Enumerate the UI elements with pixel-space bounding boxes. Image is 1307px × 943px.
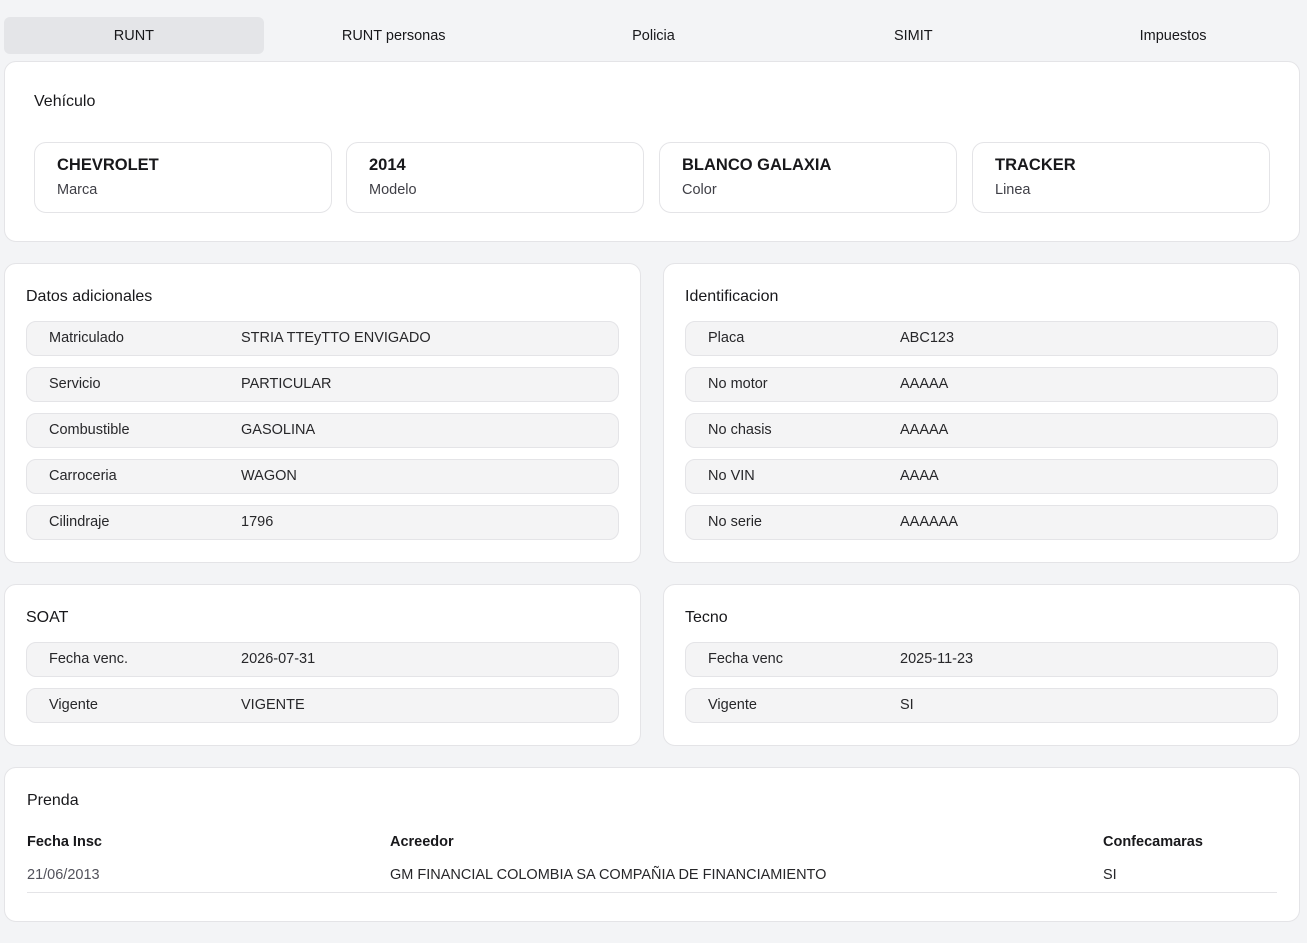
table-cell-acreedor: GM FINANCIAL COLOMBIA SA COMPAÑIA DE FIN… <box>390 867 827 883</box>
prenda-title: Prenda <box>27 792 79 809</box>
kv-key: No serie <box>708 514 762 530</box>
soat-card: SOAT Fecha venc. 2026-07-31 Vigente VIGE… <box>4 584 641 746</box>
kv-key: No VIN <box>708 468 755 484</box>
table-row-divider <box>27 892 1277 893</box>
kv-value: AAAAA <box>900 422 949 438</box>
kv-row-vigente: Vigente SI <box>685 688 1278 723</box>
kv-key: Cilindraje <box>49 514 110 530</box>
tab-policia[interactable]: Policia <box>524 17 784 54</box>
kv-value: WAGON <box>241 468 297 484</box>
kv-row-servicio: Servicio PARTICULAR <box>26 367 619 402</box>
identificacion-card: Identificacion Placa ABC123 No motor AAA… <box>663 263 1300 563</box>
kv-key: Matriculado <box>49 330 124 346</box>
prenda-card: Prenda Fecha Insc Acreedor Confecamaras … <box>4 767 1300 922</box>
stat-label: Modelo <box>369 182 417 198</box>
datos-adicionales-card: Datos adicionales Matriculado STRIA TTEy… <box>4 263 641 563</box>
tecno-title: Tecno <box>685 609 728 626</box>
stat-value: CHEVROLET <box>57 156 159 174</box>
kv-row-vigente: Vigente VIGENTE <box>26 688 619 723</box>
vehiculo-title: Vehículo <box>34 93 96 110</box>
kv-row-no-serie: No serie AAAAAA <box>685 505 1278 540</box>
kv-value: AAAAA <box>900 376 949 392</box>
table-cell-fecha-insc: 21/06/2013 <box>27 867 100 883</box>
kv-row-no-motor: No motor AAAAA <box>685 367 1278 402</box>
vehiculo-card: Vehículo CHEVROLET Marca 2014 Modelo BLA… <box>4 61 1300 242</box>
kv-row-matriculado: Matriculado STRIA TTEyTTO ENVIGADO <box>26 321 619 356</box>
kv-key: Combustible <box>49 422 130 438</box>
kv-row-placa: Placa ABC123 <box>685 321 1278 356</box>
kv-key: No motor <box>708 376 768 392</box>
kv-key: Placa <box>708 330 745 346</box>
tab-simit[interactable]: SIMIT <box>783 17 1043 54</box>
kv-key: Vigente <box>49 697 98 713</box>
kv-value: 1796 <box>241 514 274 530</box>
kv-value: GASOLINA <box>241 422 316 438</box>
kv-row-no-chasis: No chasis AAAAA <box>685 413 1278 448</box>
stat-linea: TRACKER Linea <box>972 142 1270 213</box>
kv-row-fecha-venc: Fecha venc. 2026-07-31 <box>26 642 619 677</box>
column-header-fecha-insc: Fecha Insc <box>27 834 102 850</box>
kv-value: PARTICULAR <box>241 376 332 392</box>
tab-runt[interactable]: RUNT <box>4 17 264 54</box>
tab-runt-personas[interactable]: RUNT personas <box>264 17 524 54</box>
column-header-confecamaras: Confecamaras <box>1103 834 1203 850</box>
soat-title: SOAT <box>26 609 69 626</box>
kv-key: Servicio <box>49 376 101 392</box>
datos-adicionales-title: Datos adicionales <box>26 288 153 305</box>
kv-value: 2025-11-23 <box>900 651 974 667</box>
kv-row-carroceria: Carroceria WAGON <box>26 459 619 494</box>
kv-value: ABC123 <box>900 330 955 346</box>
stat-color: BLANCO GALAXIA Color <box>659 142 957 213</box>
stat-modelo: 2014 Modelo <box>346 142 644 213</box>
kv-key: Fecha venc <box>708 651 783 667</box>
table-cell-confecamaras: SI <box>1103 867 1117 883</box>
kv-row-cilindraje: Cilindraje 1796 <box>26 505 619 540</box>
stat-value: TRACKER <box>995 156 1076 174</box>
kv-value: AAAA <box>900 468 939 484</box>
kv-key: No chasis <box>708 422 772 438</box>
kv-value: 2026-07-31 <box>241 651 316 667</box>
kv-key: Carroceria <box>49 468 117 484</box>
kv-row-fecha-venc: Fecha venc 2025-11-23 <box>685 642 1278 677</box>
column-header-acreedor: Acreedor <box>390 834 454 850</box>
stat-label: Linea <box>995 182 1031 198</box>
kv-key: Fecha venc. <box>49 651 128 667</box>
kv-value: VIGENTE <box>241 697 305 713</box>
kv-value: AAAAAA <box>900 514 959 530</box>
kv-value: STRIA TTEyTTO ENVIGADO <box>241 330 431 346</box>
stat-label: Color <box>682 182 717 198</box>
kv-row-no-vin: No VIN AAAA <box>685 459 1278 494</box>
tecno-card: Tecno Fecha venc 2025-11-23 Vigente SI <box>663 584 1300 746</box>
stat-value: BLANCO GALAXIA <box>682 156 832 174</box>
tab-impuestos[interactable]: Impuestos <box>1043 17 1303 54</box>
kv-row-combustible: Combustible GASOLINA <box>26 413 619 448</box>
identificacion-title: Identificacion <box>685 288 779 305</box>
tab-bar: RUNT RUNT personas Policia SIMIT Impuest… <box>4 17 1303 54</box>
stat-label: Marca <box>57 182 98 198</box>
kv-key: Vigente <box>708 697 757 713</box>
stat-value: 2014 <box>369 156 406 174</box>
stat-marca: CHEVROLET Marca <box>34 142 332 213</box>
kv-value: SI <box>900 697 914 713</box>
